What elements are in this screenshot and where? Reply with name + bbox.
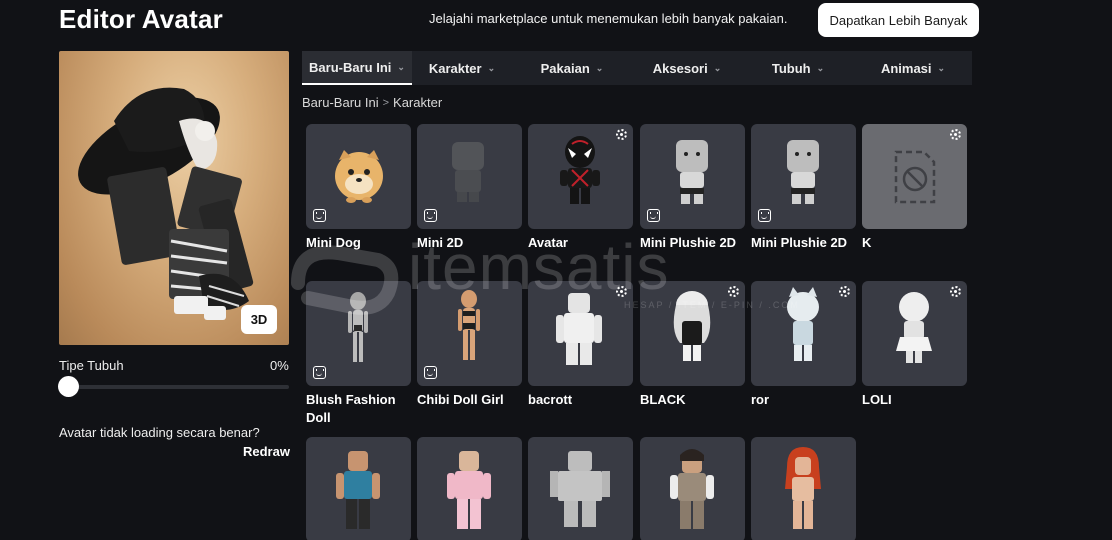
black-outfit-thumbnail (673, 291, 711, 361)
item-tile-ror[interactable] (751, 281, 856, 386)
tab-label: Animasi (880, 60, 932, 76)
bacrott-thumbnail (556, 293, 602, 365)
item-name: BLACK (640, 392, 686, 407)
emote-icon (424, 366, 437, 379)
tab-body[interactable]: Tubuh ⌄ (742, 51, 854, 85)
category-tabs: Baru-Baru Ini ⌄ Karakter ⌄ Pakaian ⌄ Akseso… (302, 51, 972, 85)
item-name: Blush Fashion Doll (306, 392, 396, 425)
loading-notice: Avatar tidak loading secara benar? (59, 425, 260, 440)
item-name: Chibi Doll Girl (417, 392, 504, 407)
item-tile-k[interactable] (862, 124, 967, 229)
gear-icon[interactable] (616, 286, 627, 297)
tab-animations[interactable]: Animasi ⌄ (854, 51, 972, 85)
item-tile[interactable] (528, 437, 633, 540)
chevron-down-icon: ⌄ (397, 61, 405, 72)
item-tile-chibi-doll-girl[interactable] (417, 281, 522, 386)
tab-label: Baru-Baru Ini (309, 59, 392, 75)
tab-label: Tubuh (771, 60, 811, 76)
redraw-link[interactable]: Redraw (243, 444, 290, 459)
item-tile-black[interactable] (640, 281, 745, 386)
tab-label: Karakter (428, 60, 482, 76)
get-more-button[interactable]: Dapatkan Lebih Banyak (818, 3, 979, 37)
tab-accessories[interactable]: Aksesori ⌄ (632, 51, 742, 85)
spider-avatar-thumbnail (560, 136, 600, 204)
emote-icon (424, 209, 437, 222)
item-tile[interactable] (640, 437, 745, 540)
chevron-down-icon: ⌄ (816, 62, 825, 73)
page-title: Editor Avatar (59, 4, 223, 34)
tab-label: Pakaian (540, 60, 590, 76)
body-type-slider-track[interactable] (68, 385, 289, 389)
avatar-render-image (78, 87, 254, 320)
item-tile[interactable] (306, 437, 411, 540)
breadcrumb-separator: > (382, 96, 390, 109)
item-name: Mini Plushie 2D (751, 235, 848, 250)
tab-characters[interactable]: Karakter ⌄ (412, 51, 512, 85)
item-tile-blush-fashion-doll[interactable] (306, 281, 411, 386)
body-type-value: 0% (270, 358, 289, 373)
item-tile-loli[interactable] (862, 281, 967, 386)
breadcrumb-current: Karakter (393, 95, 443, 110)
tab-label: Aksesori (652, 60, 708, 76)
item-tile-mini-plushie-2d[interactable] (640, 124, 745, 229)
marketplace-promo-text: Jelajahi marketplace untuk menemukan leb… (429, 11, 788, 26)
dark-hair-avatar-thumbnail (670, 449, 714, 529)
breadcrumb: Baru-Baru Ini > Karakter (302, 95, 442, 110)
item-name: Mini 2D (417, 235, 464, 250)
item-tile-bacrott[interactable] (528, 281, 633, 386)
item-name: bacrott (528, 392, 573, 407)
body-type-label: Tipe Tubuh (59, 358, 124, 373)
emote-icon (758, 209, 771, 222)
loli-thumbnail (896, 292, 932, 363)
item-tile-mini-dog[interactable] (306, 124, 411, 229)
item-name: K (862, 235, 872, 250)
chevron-down-icon: ⌄ (937, 62, 946, 73)
body-type-slider-thumb[interactable] (58, 376, 79, 397)
red-hair-avatar-thumbnail (785, 447, 821, 529)
gear-icon[interactable] (728, 286, 739, 297)
chevron-down-icon: ⌄ (595, 62, 604, 73)
item-name: Avatar (528, 235, 568, 250)
gear-icon[interactable] (839, 286, 850, 297)
item-tile-mini-plushie-2d[interactable] (751, 124, 856, 229)
ror-thumbnail (787, 287, 819, 361)
unavailable-image-icon (894, 150, 936, 204)
gear-icon[interactable] (950, 286, 961, 297)
avatar-preview[interactable] (59, 51, 289, 345)
pink-avatar-thumbnail (447, 451, 491, 529)
item-tile[interactable] (751, 437, 856, 540)
avatar-editor-page: Editor Avatar Jelajahi marketplace untuk… (0, 0, 1112, 540)
emote-icon (647, 209, 660, 222)
gear-icon[interactable] (616, 129, 627, 140)
item-name: LOLI (862, 392, 892, 407)
breadcrumb-parent[interactable]: Baru-Baru Ini (302, 95, 379, 110)
item-name: ror (751, 392, 770, 407)
emote-icon (313, 209, 326, 222)
item-tile-mini-2d[interactable] (417, 124, 522, 229)
tab-recent[interactable]: Baru-Baru Ini ⌄ (302, 51, 412, 85)
item-tile-avatar[interactable] (528, 124, 633, 229)
toggle-3d-button[interactable]: 3D (241, 305, 277, 334)
chevron-down-icon: ⌄ (713, 62, 722, 73)
item-tile[interactable] (417, 437, 522, 540)
tab-clothing[interactable]: Pakaian ⌄ (512, 51, 632, 85)
item-name: Mini Plushie 2D (640, 235, 737, 250)
gear-icon[interactable] (950, 129, 961, 140)
blue-shirt-avatar-thumbnail (336, 451, 380, 529)
blocky-avatar-thumbnail (550, 451, 610, 527)
item-name: Mini Dog (306, 235, 361, 250)
chevron-down-icon: ⌄ (487, 62, 496, 73)
emote-icon (313, 366, 326, 379)
